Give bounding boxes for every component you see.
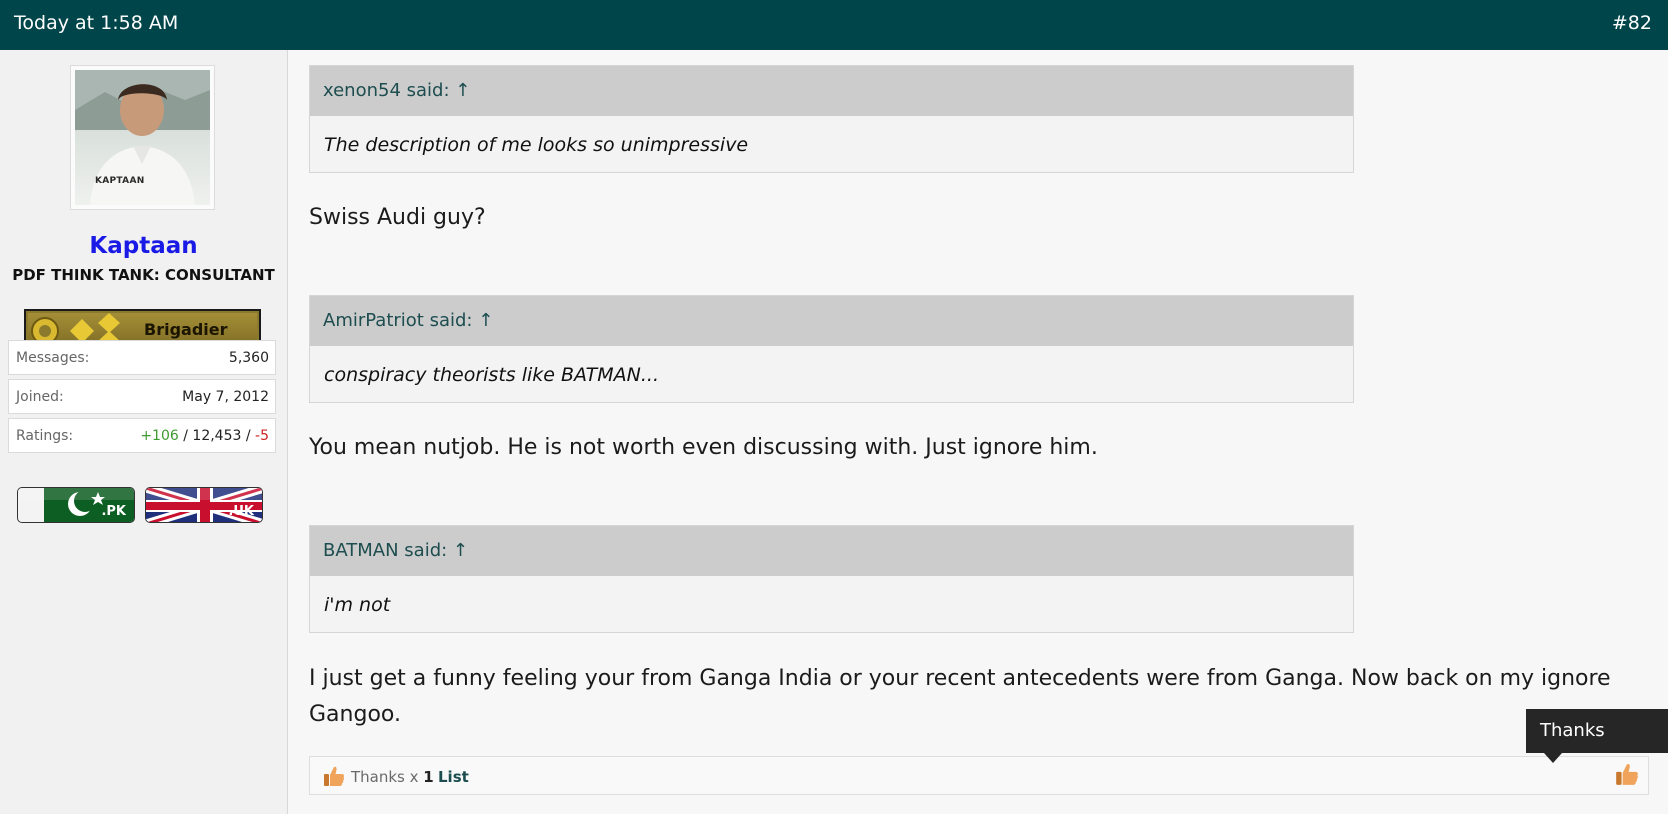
avatar-frame: KAPTAAN [70, 65, 215, 210]
ratings-positive: +106 [140, 428, 179, 444]
post-container: Today at 1:58 AM #82 KAPTAAN Kaptaan PDF… [0, 0, 1668, 814]
quote-author-link[interactable]: BATMAN said: ↑ [310, 526, 1353, 576]
post-header-bar: Today at 1:58 AM #82 [0, 0, 1668, 50]
flag-pk[interactable]: .PK [17, 487, 135, 523]
post-date[interactable]: Today at 1:58 AM [14, 12, 178, 34]
user-title: PDF THINK TANK: CONSULTANT [12, 266, 275, 284]
thanks-tooltip: Thanks [1526, 709, 1668, 753]
post-content: xenon54 said: ↑ The description of me lo… [288, 50, 1668, 814]
ratings-value[interactable]: +106 / 12,453 / -5 [140, 428, 269, 444]
stat-ratings: Ratings: +106 / 12,453 / -5 [8, 418, 276, 453]
username-link[interactable]: Kaptaan [0, 233, 287, 259]
flag-tld: .UK [228, 504, 254, 519]
reply-text: You mean nutjob. He is not worth even di… [309, 435, 1098, 460]
thumbs-up-icon [324, 766, 345, 786]
ratings-neutral: 12,453 [192, 428, 242, 444]
tooltip-arrow [1544, 753, 1562, 763]
quote-text: The description of me looks so unimpress… [324, 134, 749, 156]
avatar-caption: KAPTAAN [95, 176, 145, 186]
stat-label: Joined: [16, 389, 64, 405]
thanks-summary: Thanks x 1 [351, 768, 434, 786]
ratings-negative: -5 [255, 428, 269, 444]
stat-value: May 7, 2012 [182, 389, 269, 405]
post-number-link[interactable]: #82 [1612, 12, 1652, 34]
thanks-bar: Thanks x 1 List [309, 756, 1649, 795]
quote-block: BATMAN said: ↑ i'm not [309, 525, 1354, 633]
thanks-label: Thanks x [351, 768, 419, 786]
author-sidebar: KAPTAAN Kaptaan PDF THINK TANK: CONSULTA… [0, 50, 288, 814]
quote-author-link[interactable]: xenon54 said: ↑ [310, 66, 1353, 116]
thanks-thumbs-up-icon[interactable] [1614, 761, 1640, 787]
avatar[interactable]: KAPTAAN [75, 70, 210, 205]
reply-text: I just get a funny feeling your from Gan… [309, 666, 1611, 727]
thanks-list-link[interactable]: List [438, 768, 469, 786]
ratings-separator: / [178, 428, 193, 444]
quote-block: xenon54 said: ↑ The description of me lo… [309, 65, 1354, 173]
reply-text: Swiss Audi guy? [309, 205, 486, 230]
stat-label: Messages: [16, 350, 90, 366]
flag-tld: .PK [101, 504, 126, 519]
flag-uk[interactable]: .UK [145, 487, 263, 523]
quote-block: AmirPatriot said: ↑ conspiracy theorists… [309, 295, 1354, 403]
quote-text: conspiracy theorists like BATMAN... [324, 364, 659, 386]
quote-author-link[interactable]: AmirPatriot said: ↑ [310, 296, 1353, 346]
stat-messages: Messages: 5,360 [8, 340, 276, 375]
ratings-separator: / [241, 428, 256, 444]
stat-label: Ratings: [16, 428, 74, 444]
quote-text: i'm not [324, 594, 391, 616]
stat-joined: Joined: May 7, 2012 [8, 379, 276, 414]
rank-label: Brigadier [144, 320, 228, 339]
stat-value[interactable]: 5,360 [229, 350, 269, 366]
thanks-count: 1 [423, 768, 434, 786]
